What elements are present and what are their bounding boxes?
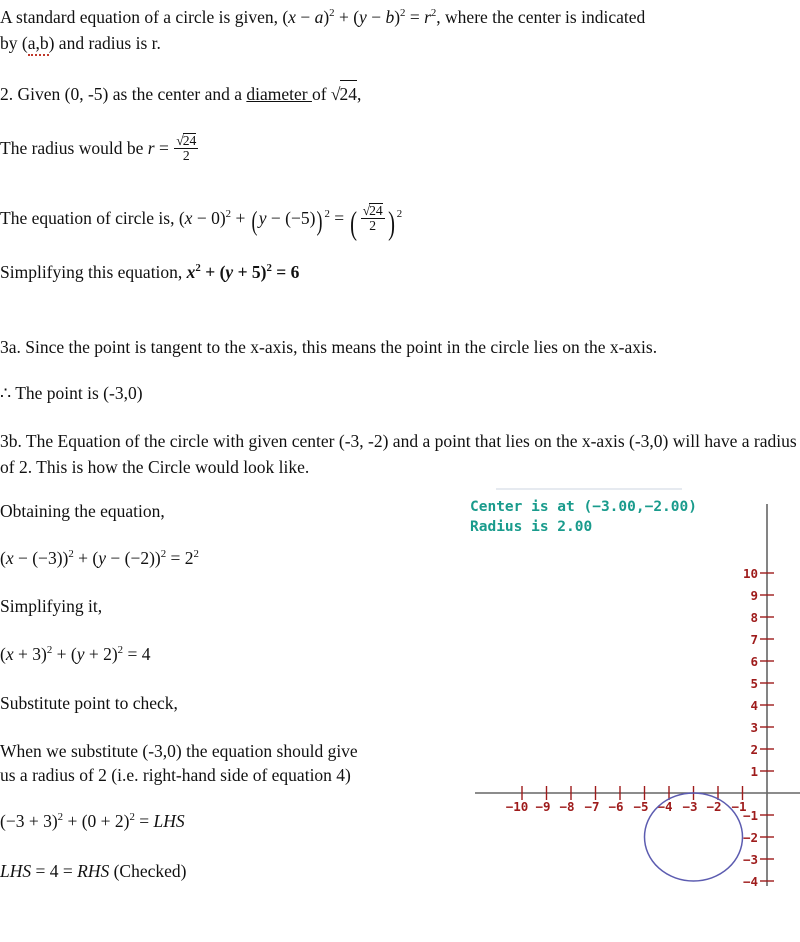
work-equation-1: (x − (−3))2 + (y − (−2))2 = 22 [0,548,199,568]
work-equation-4-note: (Checked) [113,861,187,881]
svg-text:6: 6 [750,654,758,669]
svg-text:7: 7 [750,632,758,647]
intro-text-pre: A standard equation of a circle is given… [0,7,283,27]
q2-heading-pre: 2. Given (0, -5) as the center and a [0,84,247,104]
spellcheck-underlined-text: a,b [27,33,49,56]
work-equation-4: LHS = 4 = RHS (Checked) [0,861,187,881]
q2-heading-underlined: diameter [246,84,312,104]
svg-text:−9: −9 [535,799,550,814]
svg-text:3: 3 [750,720,758,735]
simplified-equation-label: Simplifying this equation, [0,262,187,282]
question3a-conclusion-text: The point is (-3,0) [11,383,143,403]
q2-heading-post: , [357,84,362,104]
intro-line2-pre: by ( [0,33,28,53]
question3a-conclusion: ∴ The point is (-3,0) [0,380,143,406]
svg-text:−2: −2 [743,830,758,845]
svg-text:4: 4 [750,698,758,713]
substitute-explanation-line1: When we substitute (-3,0) the equation s… [0,741,358,761]
svg-text:2: 2 [750,742,758,757]
graph-annotation-radius: Radius is 2.00 [470,519,592,535]
y-axis-tick-labels: 10 9 8 7 6 5 4 3 2 1 −1 −2 −3 −4 [743,566,758,889]
svg-text:9: 9 [750,588,758,603]
svg-text:5: 5 [750,676,758,691]
intro-line2-post: ) and radius is r. [48,33,161,53]
intro-paragraph-line1: A standard equation of a circle is given… [0,4,800,30]
svg-text:−1: −1 [743,808,758,823]
intro-text-post: , where the center is indicated [436,7,646,27]
intro-paragraph-line2: by (a,b) and radius is r. [0,30,161,56]
sqrt-24-heading: √24 [331,80,358,107]
radius-statement: The radius would be r = √24 2 [0,133,199,164]
svg-text:−3: −3 [682,799,697,814]
work-equation-2: (x + 3)2 + (y + 2)2 = 4 [0,644,151,664]
svg-text:−5: −5 [633,799,648,814]
circle-graph-panel: Center is at (−3.00,−2.00) Radius is 2.0… [460,486,800,942]
svg-text:−8: −8 [559,799,574,814]
svg-text:8: 8 [750,610,758,625]
radius-statement-label: The radius would be [0,138,148,159]
simplified-equation-expression: x2 + (y + 5)2 = 6 [186,262,300,282]
svg-text:−3: −3 [743,852,758,867]
substitute-explanation-line2: us a radius of 2 (i.e. right-hand side o… [0,765,351,785]
svg-text:−7: −7 [584,799,599,814]
radius-fraction: √24 2 [174,133,199,164]
obtaining-equation-label: Obtaining the equation, [0,501,165,521]
svg-text:−10: −10 [506,799,529,814]
radius-var: r [147,138,155,159]
circle-graph-svg: Center is at (−3.00,−2.00) Radius is 2.0… [470,488,800,889]
circle-equation-expression: (x − 0)2 + (y − (−5)) 2 = (√24 2) 2 [178,203,403,243]
x-axis-tick-labels: −10 −9 −8 −7 −6 −5 −4 −3 −2 −1 [506,799,747,814]
radius-equals: = [158,138,169,159]
svg-text:10: 10 [743,566,758,581]
q2-heading-mid: of [311,84,331,104]
graph-annotation-center: Center is at (−3.00,−2.00) [470,499,697,515]
svg-text:1: 1 [750,764,758,779]
svg-text:−6: −6 [608,799,623,814]
work-equation-3: (−3 + 3)2 + (0 + 2)2 = LHS [0,811,185,831]
circle-equation-label: The equation of circle is, [0,208,179,229]
circle-equation-statement: The equation of circle is, (x − 0)2 + (y… [0,203,403,243]
document-page: A standard equation of a circle is given… [0,0,800,942]
svg-text:−2: −2 [706,799,721,814]
simplifying-it-label: Simplifying it, [0,596,103,616]
standard-equation: (x − a)2 + (y − b)2 = r2 [282,7,437,27]
substitute-point-label: Substitute point to check, [0,693,178,713]
therefore-symbol: ∴ [0,383,12,403]
simplified-equation-statement: Simplifying this equation, x2 + (y + 5)2… [0,259,299,285]
question3a-text: 3a. Since the point is tangent to the x-… [0,337,658,357]
svg-text:−4: −4 [743,874,758,889]
question3b-text: 3b. The Equation of the circle with give… [0,431,797,477]
question2-heading: 2. Given (0, -5) as the center and a dia… [0,80,361,107]
